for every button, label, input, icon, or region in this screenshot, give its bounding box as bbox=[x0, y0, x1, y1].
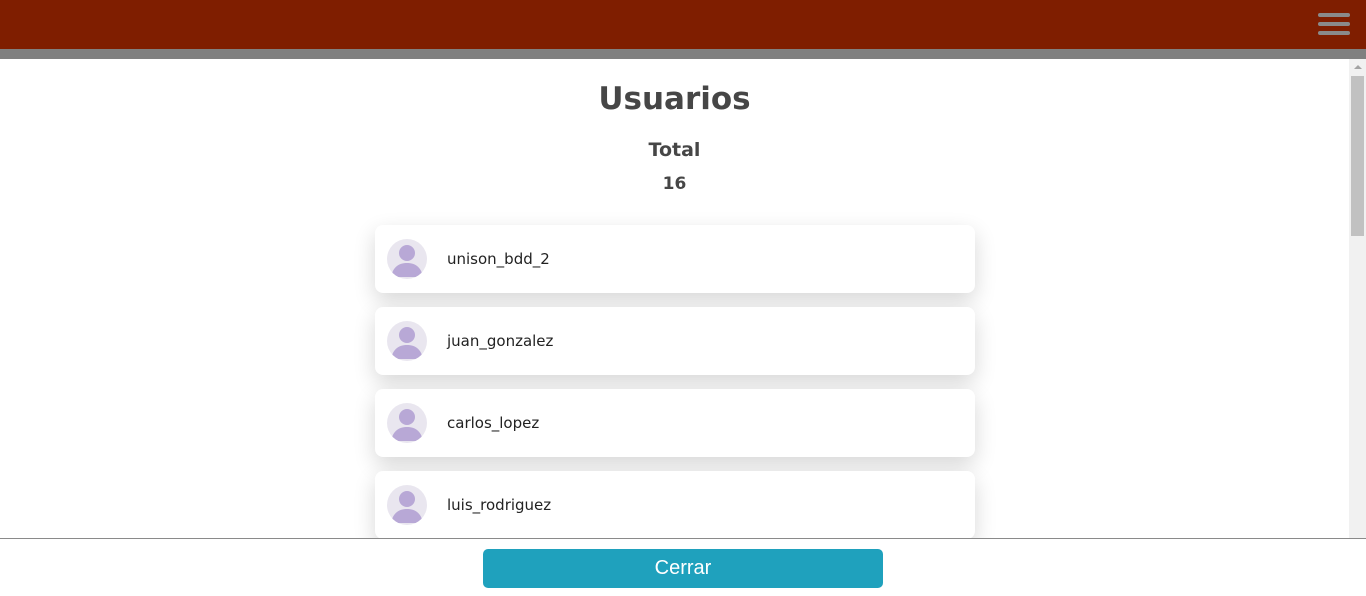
user-list-item[interactable]: carlos_lopez bbox=[375, 389, 975, 457]
hamburger-menu-icon[interactable] bbox=[1318, 13, 1350, 35]
user-name: juan_gonzalez bbox=[447, 332, 554, 350]
top-navbar bbox=[0, 0, 1366, 49]
scrollbar-thumb[interactable] bbox=[1351, 76, 1364, 236]
user-list-item[interactable]: juan_gonzalez bbox=[375, 307, 975, 375]
total-label: Total bbox=[648, 139, 701, 161]
user-name: carlos_lopez bbox=[447, 414, 540, 432]
modal-footer: Cerrar bbox=[0, 538, 1366, 596]
user-list-item[interactable]: unison_bdd_2 bbox=[375, 225, 975, 293]
user-avatar-icon bbox=[387, 485, 427, 525]
menu-line bbox=[1318, 31, 1350, 35]
user-name: luis_rodriguez bbox=[447, 496, 552, 514]
user-name: unison_bdd_2 bbox=[447, 250, 550, 268]
total-count: 16 bbox=[662, 174, 687, 194]
scroll-up-arrow-icon[interactable] bbox=[1349, 59, 1366, 76]
users-panel: Usuarios Total 16 unison_bdd_2 juan_gonz… bbox=[0, 59, 1349, 538]
close-button[interactable]: Cerrar bbox=[483, 549, 883, 588]
user-list-item[interactable]: luis_rodriguez bbox=[375, 471, 975, 538]
menu-line bbox=[1318, 22, 1350, 26]
user-avatar-icon bbox=[387, 321, 427, 361]
menu-line bbox=[1318, 13, 1350, 17]
vertical-scrollbar[interactable] bbox=[1349, 59, 1366, 538]
user-avatar-icon bbox=[387, 239, 427, 279]
page-title: Usuarios bbox=[598, 81, 751, 117]
navbar-divider bbox=[0, 49, 1366, 59]
user-avatar-icon bbox=[387, 403, 427, 443]
